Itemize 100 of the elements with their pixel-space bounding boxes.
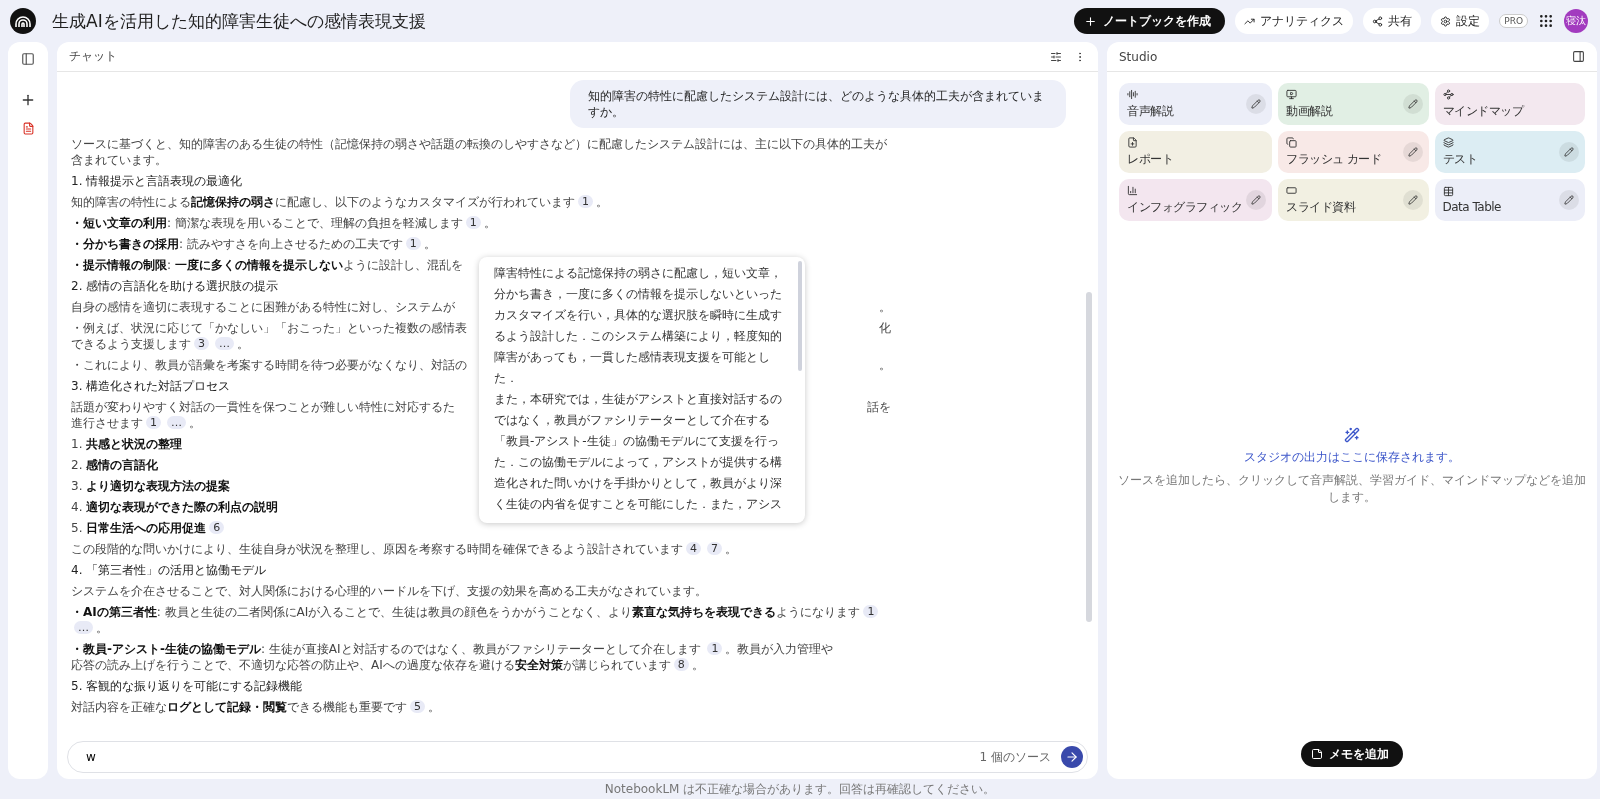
edit-button[interactable] — [1402, 94, 1423, 114]
answer-text: 応答の読み上げを行うことで、不適切な応答の防止や、AIへの過度な依存を避ける安全対策が講じられています — [71, 658, 671, 673]
user-avatar[interactable]: 寝汰 — [1564, 9, 1588, 33]
studio-tool-card[interactable]: 音声解説 — [1119, 83, 1272, 125]
popup-text: また，本研究では，生徒がアシストと直接対話するのではなく，教員がファシリテーターとして介在する「教員-アシスト-生徒」の協働モデルにて支援を行った．この協働モデルによって，アシストが提供する構造化された問いかけを手掛かりとして，教員がより深く生徒の内省を促すことを可能にした．また，アシス — [494, 391, 783, 514]
audio-wave-icon — [1127, 88, 1138, 100]
pencil-icon — [1251, 195, 1261, 205]
chat-input-field[interactable]: w — [84, 749, 970, 765]
citation-badge[interactable]: … — [215, 337, 234, 351]
tool-label: 音声解説 — [1127, 102, 1173, 120]
answer-text: 知的障害の特性による記憶保持の弱さに配慮し、以下のようなカスタマイズが行われています — [71, 195, 575, 210]
tool-label: レポート — [1127, 150, 1173, 168]
header-button[interactable]: 設定 — [1431, 8, 1490, 34]
nodes-icon — [1442, 88, 1454, 100]
answer-text: 話題が変わりやすく対話の一貫性を保つことが難しい特性に対応するた — [71, 399, 455, 416]
answer-text: 対話内容を正確なログとして記録・閲覧できる機能も重要です — [71, 700, 407, 715]
citation-badge[interactable]: 1 — [578, 195, 593, 209]
disclaimer-text: NotebookLM は不正確な場合があります。回答は再確認してください。 — [603, 781, 997, 798]
edit-button[interactable] — [1246, 94, 1266, 114]
settings-sliders-icon[interactable] — [1050, 50, 1062, 63]
answer-text: 進行させます — [71, 416, 143, 431]
edit-button[interactable] — [1402, 190, 1423, 210]
answer-text: 。 — [189, 416, 201, 431]
answer-text: 1. 共感と状況の整理 — [71, 437, 183, 452]
citation-badge[interactable]: 3 — [194, 337, 209, 351]
citation-badge[interactable]: 5 — [410, 700, 425, 714]
citation-badge[interactable]: 7 — [707, 542, 722, 556]
pdf-source-icon[interactable] — [21, 122, 35, 135]
studio-tool-card[interactable]: スライド資料 — [1278, 179, 1429, 221]
answer-text: 。 — [725, 542, 737, 557]
scrollbar[interactable] — [798, 261, 802, 372]
edit-button[interactable] — [1559, 190, 1579, 210]
add-source-icon[interactable] — [20, 92, 36, 108]
empty-description: ソースを追加したら、クリックして音声解説、学習ガイド、マインドマップなどを追加します。 — [1117, 471, 1587, 506]
citation-badge[interactable]: 1 — [863, 605, 879, 619]
answer-text: 化 — [879, 320, 891, 337]
citation-badge[interactable]: 4 — [686, 542, 701, 556]
plus-icon — [1084, 14, 1098, 28]
edit-button[interactable] — [1559, 142, 1579, 162]
answer-text: できるよう支援します — [71, 337, 191, 352]
tool-label: フラッシュ カード — [1286, 150, 1382, 168]
pencil-icon — [1407, 147, 1418, 157]
section-heading: 3. 構造化された対話プロセス — [71, 378, 231, 395]
panel-toggle-icon[interactable] — [1572, 50, 1585, 63]
pencil-icon — [1407, 99, 1418, 109]
create-notebook-button[interactable]: ノートブックを作成 — [1074, 8, 1226, 34]
layers-icon — [1442, 136, 1454, 148]
studio-tool-card[interactable]: テスト — [1434, 131, 1585, 173]
studio-tool-card[interactable]: 動画解説 — [1278, 83, 1429, 125]
answer-text: この段階的な問いかけにより、生徒自身が状況を整理し、原因を考察する時間を確保できるよう設計されています — [71, 542, 683, 557]
answer-text: ・短い文章の利用: 簡潔な表現を用いることで、理解の負担を軽減します — [71, 216, 463, 231]
tool-label: テスト — [1442, 150, 1477, 168]
citation-badge[interactable]: 1 — [707, 642, 723, 656]
header-button[interactable]: アナリティクス — [1235, 8, 1354, 34]
apps-grid-icon[interactable] — [1538, 13, 1554, 29]
answer-text: 自身の感情を適切に表現することに困難がある特性に対し、システムが — [71, 299, 455, 316]
scrollbar[interactable] — [1086, 292, 1092, 622]
add-note-button[interactable]: メモを追加 — [1301, 741, 1403, 767]
citation-badge[interactable]: … — [74, 621, 93, 635]
studio-tool-card[interactable]: インフォグラフィック — [1119, 179, 1272, 221]
tool-label: インフォグラフィック — [1127, 198, 1242, 216]
studio-tool-card[interactable]: フラッシュ カード — [1278, 131, 1429, 173]
cards-icon — [1286, 136, 1297, 148]
edit-button[interactable] — [1402, 142, 1423, 162]
answer-text: 話を — [867, 399, 891, 416]
video-icon — [1286, 88, 1297, 100]
source-count: 1 個のソース — [979, 748, 1051, 766]
answer-text: 。 — [428, 700, 440, 715]
pencil-icon — [1564, 147, 1574, 157]
section-heading: 5. 客観的な振り返りを可能にする記録機能 — [71, 678, 303, 695]
notebook-title[interactable]: 生成AIを活用した知的障害生徒への感情表現支援 — [52, 9, 1065, 33]
answer-text: 。 — [879, 299, 891, 316]
popup-text: 障害特性による記憶保持の弱さに配慮し，短い文章，分かち書き，一度に多くの情報を提示しないといったカスタマイズを行い，具体的な選択肢を瞬時に生成するよう設計した．このシステム構築により，軽度知的障害があっても，一貫した感情表現支援を可能とした． — [494, 265, 783, 388]
citation-badge[interactable]: 1 — [405, 237, 421, 251]
slide-icon — [1286, 184, 1297, 196]
citation-badge[interactable]: 1 — [146, 416, 161, 430]
citation-badge[interactable]: 6 — [209, 521, 225, 535]
note-icon — [1311, 748, 1323, 760]
studio-tool-card[interactable]: レポート — [1119, 131, 1272, 173]
pencil-icon — [1407, 195, 1418, 205]
answer-text: 。教員が入力管理や — [725, 642, 834, 657]
answer-text: 。 — [423, 237, 436, 252]
panel-toggle-icon[interactable] — [21, 52, 35, 66]
edit-button[interactable] — [1246, 190, 1266, 210]
header-button[interactable]: 共有 — [1363, 8, 1422, 34]
section-heading: 4. 「第三者性」の活用と協働モデル — [71, 562, 267, 579]
pencil-icon — [1564, 195, 1574, 205]
studio-tool-card[interactable]: マインドマップ — [1434, 83, 1585, 125]
answer-text: 3. より適切な表現方法の提案 — [71, 479, 231, 494]
section-heading: 1. 情報提示と言語表現の最適化 — [71, 173, 243, 190]
citation-badge[interactable]: 1 — [465, 216, 481, 230]
tool-label: マインドマップ — [1442, 102, 1523, 120]
citation-badge[interactable]: 8 — [673, 658, 689, 672]
studio-tool-card[interactable]: Data Table — [1434, 179, 1585, 221]
logo-icon[interactable] — [10, 8, 36, 34]
tool-label: Data Table — [1442, 200, 1501, 214]
answer-text: ・教員-アシスト-生徒の協働モデル: 生徒が直接AIと対話するのではなく、教員がファシリテーターとして介在します — [71, 642, 702, 657]
user-message: 知的障害の特性に配慮したシステム設計には、どのような具体的工夫が含まれていますか。 — [570, 80, 1066, 129]
citation-badge[interactable]: … — [167, 416, 186, 430]
send-button[interactable] — [1061, 746, 1083, 768]
